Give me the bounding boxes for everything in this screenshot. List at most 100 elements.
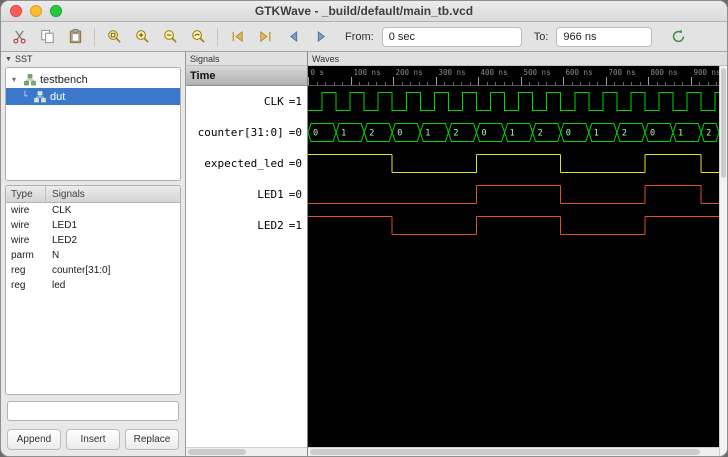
- zoom-in-button[interactable]: [130, 25, 154, 49]
- find-prev-edge-icon: [285, 28, 302, 45]
- svg-text:1: 1: [341, 129, 346, 139]
- signal-row[interactable]: expected_led=0: [186, 148, 307, 179]
- to-end-button[interactable]: [253, 25, 277, 49]
- signal-value: =0: [289, 157, 302, 170]
- signal-filter-input[interactable]: [7, 401, 179, 421]
- sst-header[interactable]: ▼ SST: [1, 52, 185, 66]
- titlebar[interactable]: GTKWave - _build/default/main_tb.vcd: [1, 1, 727, 22]
- svg-text:800 ns: 800 ns: [651, 68, 678, 77]
- column-header-signals[interactable]: Signals: [46, 186, 180, 202]
- cell-type: reg: [6, 263, 46, 278]
- insert-button[interactable]: Insert: [66, 429, 120, 450]
- table-row[interactable]: regled: [6, 278, 180, 293]
- close-button[interactable]: [10, 5, 22, 17]
- tree-item-dut[interactable]: └ dut: [6, 88, 180, 105]
- traffic-lights: [1, 5, 62, 17]
- time-row: Time: [186, 66, 307, 86]
- zoom-fit-button[interactable]: [102, 25, 126, 49]
- tree-item-label: dut: [50, 91, 65, 103]
- svg-text:2: 2: [622, 129, 627, 139]
- find-next-edge-button[interactable]: [309, 25, 333, 49]
- from-label: From:: [345, 31, 374, 43]
- column-header-type[interactable]: Type: [6, 186, 46, 202]
- svg-text:0: 0: [482, 129, 487, 139]
- scrollbar-thumb[interactable]: [188, 449, 246, 455]
- svg-text:0: 0: [566, 129, 571, 139]
- waves-horizontal-scrollbar[interactable]: [308, 447, 719, 456]
- signal-row[interactable]: LED1 =0: [186, 179, 307, 210]
- svg-text:300 ns: 300 ns: [439, 68, 466, 77]
- svg-text:2: 2: [369, 129, 374, 139]
- signals-pane-header: Signals: [186, 52, 307, 66]
- append-button[interactable]: Append: [7, 429, 61, 450]
- table-row[interactable]: wireCLK: [6, 203, 180, 218]
- reload-icon: [670, 28, 687, 45]
- svg-text:1: 1: [510, 129, 515, 139]
- table-row[interactable]: wireLED2: [6, 233, 180, 248]
- collapse-triangle-icon[interactable]: ▼: [5, 56, 12, 63]
- cut-icon: [11, 28, 28, 45]
- svg-text:1: 1: [678, 129, 683, 139]
- paste-button[interactable]: [63, 25, 87, 49]
- svg-text:700 ns: 700 ns: [609, 68, 636, 77]
- svg-text:0: 0: [650, 129, 655, 139]
- signal-name: CLK: [264, 95, 284, 108]
- tree-branch-icon: └: [20, 92, 30, 102]
- hierarchy-icon: [24, 74, 36, 86]
- signal-row[interactable]: counter[31:0]=0: [186, 117, 307, 148]
- wave-canvas[interactable]: 0 s100 ns200 ns300 ns400 ns500 ns600 ns7…: [308, 66, 719, 447]
- zoom-undo-button[interactable]: [186, 25, 210, 49]
- table-row[interactable]: regcounter[31:0]: [6, 263, 180, 278]
- signal-value: =1: [289, 219, 302, 232]
- signal-name: LED1: [257, 188, 284, 201]
- replace-button[interactable]: Replace: [125, 429, 179, 450]
- copy-button[interactable]: [35, 25, 59, 49]
- table-row[interactable]: wireLED1: [6, 218, 180, 233]
- from-input[interactable]: [382, 27, 522, 47]
- cell-type: wire: [6, 218, 46, 233]
- to-input[interactable]: [556, 27, 652, 47]
- svg-text:2: 2: [453, 129, 458, 139]
- waves-panel: Waves 0 s100 ns200 ns300 ns400 ns500 ns6…: [308, 52, 727, 456]
- to-start-icon: [229, 28, 246, 45]
- gtkwave-window: GTKWave - _build/default/main_tb.vcd Fro…: [0, 0, 728, 457]
- scrollbar-thumb[interactable]: [721, 68, 726, 178]
- zoom-window-button[interactable]: [50, 5, 62, 17]
- cut-button[interactable]: [7, 25, 31, 49]
- sst-buttons: Append Insert Replace: [7, 429, 179, 450]
- minimize-button[interactable]: [30, 5, 42, 17]
- zoom-out-icon: [162, 28, 179, 45]
- find-next-edge-icon: [313, 28, 330, 45]
- to-label: To:: [534, 31, 549, 43]
- tree-item-testbench[interactable]: ▾ testbench: [6, 71, 180, 88]
- expander-icon[interactable]: ▾: [12, 75, 20, 84]
- window-title: GTKWave - _build/default/main_tb.vcd: [1, 4, 727, 18]
- svg-text:100 ns: 100 ns: [354, 68, 381, 77]
- zoom-out-button[interactable]: [158, 25, 182, 49]
- sst-sidebar: ▼ SST ▾ testbench └ dut Type Signal: [1, 52, 186, 456]
- to-end-icon: [257, 28, 274, 45]
- zoom-undo-icon: [190, 28, 207, 45]
- find-prev-edge-button[interactable]: [281, 25, 305, 49]
- cell-type: reg: [6, 278, 46, 293]
- table-header[interactable]: Type Signals: [6, 186, 180, 203]
- signal-row[interactable]: CLK=1: [186, 86, 307, 117]
- to-start-button[interactable]: [225, 25, 249, 49]
- signal-value: =0: [289, 188, 302, 201]
- copy-icon: [39, 28, 56, 45]
- toolbar-separator: [94, 28, 95, 46]
- svg-text:2: 2: [706, 129, 711, 139]
- reload-button[interactable]: [666, 25, 690, 49]
- svg-text:200 ns: 200 ns: [396, 68, 423, 77]
- cell-type: wire: [6, 233, 46, 248]
- signals-horizontal-scrollbar[interactable]: [186, 447, 307, 456]
- hierarchy-icon: [34, 91, 46, 103]
- svg-text:1: 1: [594, 129, 599, 139]
- scrollbar-thumb[interactable]: [310, 449, 700, 455]
- signal-name: LED2: [257, 219, 284, 232]
- table-row[interactable]: parmN: [6, 248, 180, 263]
- cell-type: parm: [6, 248, 46, 263]
- svg-text:600 ns: 600 ns: [566, 68, 593, 77]
- waves-vertical-scrollbar[interactable]: [719, 66, 727, 456]
- signal-row[interactable]: LED2 =1: [186, 210, 307, 241]
